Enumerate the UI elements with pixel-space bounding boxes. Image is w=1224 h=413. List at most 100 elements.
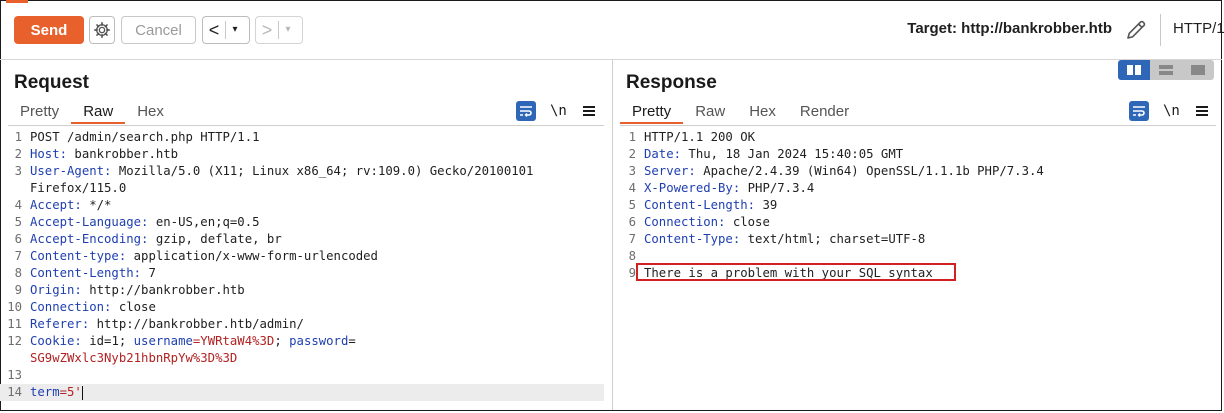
code-line: Firefox/115.0: [0, 180, 604, 197]
response-editor[interactable]: 1 HTTP/1.1 200 OK 2 Date: Thu, 18 Jan 2024 …: [614, 129, 1214, 282]
header-name: Accept:: [30, 198, 82, 212]
forward-arrow-icon[interactable]: >: [256, 17, 278, 43]
text-caret: [81, 385, 83, 400]
line-number: 11: [7, 317, 22, 331]
request-tabs: Pretty Raw Hex: [8, 102, 176, 124]
send-button[interactable]: Send: [14, 16, 84, 44]
response-pane: Response Pretty Raw Hex Render \n 1 HTTP/…: [614, 60, 1222, 410]
code-line: 3 Server: Apache/2.4.39 (Win64) OpenSSL/1…: [614, 163, 1214, 180]
header-name: Connection:: [30, 300, 112, 314]
line-text: Accept: */*: [30, 197, 111, 214]
hamburger-menu-icon[interactable]: [1195, 104, 1208, 118]
code-line: 2 Host: bankrobber.htb: [0, 146, 604, 163]
line-text: X-Powered-By: PHP/7.3.4: [644, 180, 814, 197]
line-text: Accept-Encoding: gzip, deflate, br: [30, 231, 282, 248]
line-number: 9: [628, 266, 636, 280]
wrap-lines-icon[interactable]: [516, 101, 536, 121]
request-tab-pretty[interactable]: Pretty: [8, 102, 71, 124]
line-number: 4: [628, 181, 636, 195]
line-text: Cookie: id=1; username=YWRtaW4%3D; passw…: [30, 333, 356, 350]
forward-history-dropdown-icon[interactable]: ▾: [279, 17, 297, 43]
header-value: POST /admin/search.php HTTP/1.1: [30, 130, 260, 144]
code-line: 14 term=5': [0, 384, 604, 401]
code-line: 1 HTTP/1.1 200 OK: [614, 129, 1214, 146]
line-number: 7: [628, 232, 636, 246]
line-text: Content-Length: 7: [30, 265, 156, 282]
layout-side-by-side-icon[interactable]: [1118, 60, 1150, 80]
hamburger-menu-icon[interactable]: [582, 104, 595, 118]
show-newlines-toggle[interactable]: \n: [550, 103, 567, 119]
response-tab-divider: [620, 125, 1216, 126]
code-line: 5 Accept-Language: en-US,en;q=0.5: [0, 214, 604, 231]
line-number: 8: [14, 266, 22, 280]
header-name: Referer:: [30, 317, 90, 331]
header-name: Content-Length:: [30, 266, 142, 280]
header-value: id=1;: [81, 334, 134, 348]
request-tab-hex[interactable]: Hex: [125, 102, 176, 124]
line-text: HTTP/1.1 200 OK: [644, 129, 755, 146]
code-line: 7 Content-Type: text/html; charset=UTF-8: [614, 231, 1214, 248]
layout-single-icon[interactable]: [1182, 60, 1214, 80]
header-name: Server:: [644, 164, 696, 178]
layout-switcher: [1118, 60, 1214, 80]
back-arrow-icon[interactable]: <: [203, 17, 225, 43]
back-history-dropdown-icon[interactable]: ▾: [226, 17, 244, 43]
code-line: SG9wZWxlc3Nyb21hbnRpYw%3D%3D: [0, 350, 604, 367]
show-newlines-toggle[interactable]: \n: [1163, 103, 1180, 119]
line-number: 3: [628, 164, 636, 178]
line-text: Firefox/115.0: [30, 180, 126, 197]
response-tab-raw[interactable]: Raw: [683, 102, 737, 124]
request-editor[interactable]: 1 POST /admin/search.php HTTP/1.1 2 Host: b…: [0, 129, 604, 401]
header-value: Firefox/115.0: [30, 181, 127, 195]
request-tab-raw[interactable]: Raw: [71, 102, 126, 124]
code-line: 11 Referer: http://bankrobber.htb/admin/: [0, 316, 604, 333]
line-number: 10: [7, 300, 22, 314]
header-value: close: [111, 300, 156, 314]
request-pane: Request Pretty Raw Hex \n 1 POST /admin/s…: [0, 60, 613, 410]
header-value: Thu, 18 Jan 2024 15:40:05 GMT: [681, 147, 904, 161]
header-value: close: [725, 215, 770, 229]
cookie-value: =YWRtaW4%3D: [192, 334, 275, 348]
request-tab-divider: [8, 125, 604, 126]
code-line: 10 Connection: close: [0, 299, 604, 316]
line-number: 2: [628, 147, 636, 161]
line-number: 6: [628, 215, 636, 229]
header-value: http://bankrobber.htb/admin/: [89, 317, 304, 331]
header-value: */*: [81, 198, 112, 212]
cancel-button[interactable]: Cancel: [121, 16, 196, 44]
code-line: 8 Content-Length: 7: [0, 265, 604, 282]
response-tab-hex[interactable]: Hex: [737, 102, 788, 124]
http-version-label[interactable]: HTTP/1: [1173, 20, 1224, 37]
header-name: Host:: [30, 147, 68, 161]
header-value: application/x-www-form-urlencoded: [126, 249, 378, 263]
header-name: term: [30, 385, 60, 399]
line-text: Content-type: application/x-www-form-url…: [30, 248, 378, 265]
wrap-lines-icon[interactable]: [1129, 101, 1149, 121]
edit-target-pencil-icon[interactable]: [1124, 18, 1148, 42]
forward-nav-group[interactable]: > ▾: [255, 16, 303, 44]
toolbar: Send Cancel < ▾ > ▾ Target: http://bankr…: [0, 0, 1224, 60]
line-text: Origin: http://bankrobber.htb: [30, 282, 245, 299]
line-number: 8: [628, 249, 636, 263]
line-text: Accept-Language: en-US,en;q=0.5: [30, 214, 260, 231]
layout-stacked-icon[interactable]: [1150, 60, 1182, 80]
code-line: 5 Content-Length: 39: [614, 197, 1214, 214]
line-text: Date: Thu, 18 Jan 2024 15:40:05 GMT: [644, 146, 903, 163]
code-line: 13: [0, 367, 604, 384]
response-title: Response: [626, 72, 717, 93]
back-nav-group[interactable]: < ▾: [202, 16, 250, 44]
line-number: 3: [14, 164, 22, 178]
response-tab-pretty[interactable]: Pretty: [620, 102, 684, 124]
response-tab-render[interactable]: Render: [788, 102, 861, 124]
code-line: 7 Content-type: application/x-www-form-ur…: [0, 248, 604, 265]
line-number: 6: [14, 232, 22, 246]
code-line: 1 POST /admin/search.php HTTP/1.1: [0, 129, 604, 146]
line-text: Server: Apache/2.4.39 (Win64) OpenSSL/1.…: [644, 163, 1044, 180]
header-name: Date:: [644, 147, 682, 161]
response-editor-tools: \n: [1129, 101, 1208, 121]
line-number: 1: [628, 130, 636, 144]
line-number: 13: [7, 368, 22, 382]
line-text: Referer: http://bankrobber.htb/admin/: [30, 316, 304, 333]
header-value: gzip, deflate, br: [148, 232, 282, 246]
settings-button[interactable]: [89, 16, 115, 44]
